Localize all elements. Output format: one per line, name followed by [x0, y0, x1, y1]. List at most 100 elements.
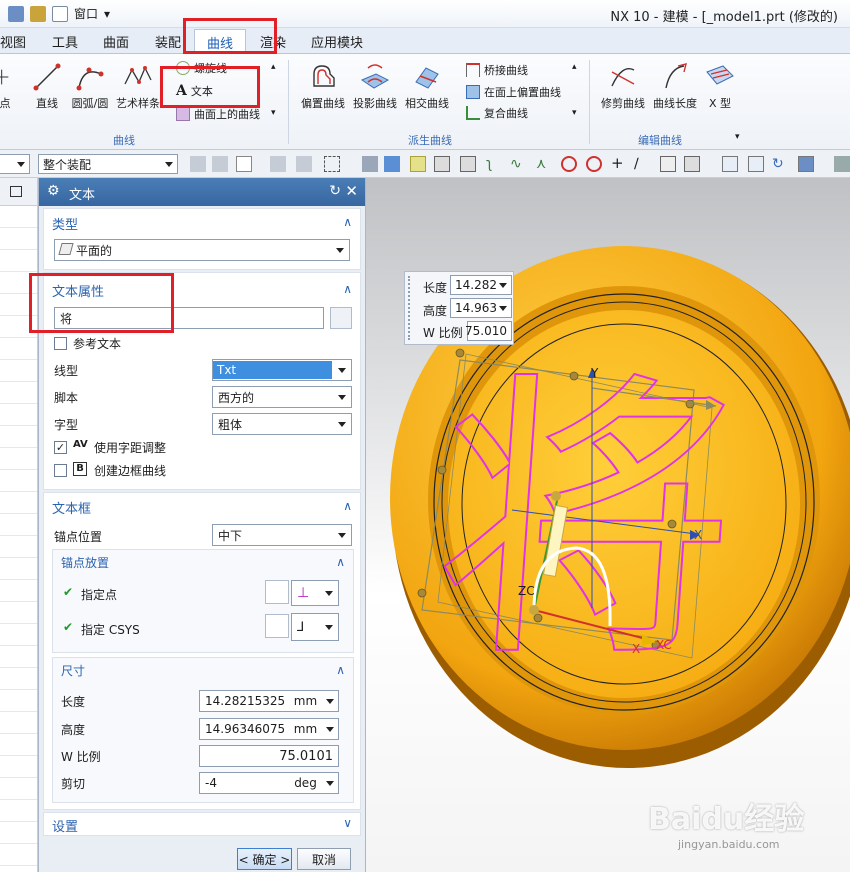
- section-header-text-properties[interactable]: 文本属性: [52, 281, 104, 300]
- collapse-chevron-icon[interactable]: ∧: [343, 215, 352, 229]
- section-header-type[interactable]: 类型: [52, 214, 78, 233]
- collapse-chevron-icon[interactable]: ∧: [343, 499, 352, 513]
- select-icon[interactable]: [270, 156, 286, 172]
- csys-inference-select[interactable]: ⅃: [291, 613, 339, 641]
- line-button[interactable]: 直线: [30, 62, 64, 111]
- snap-end-icon[interactable]: [410, 156, 426, 172]
- rectangle-select-icon[interactable]: [324, 156, 340, 172]
- anchor-position-select[interactable]: 中下: [212, 524, 352, 546]
- render-style-icon[interactable]: [798, 156, 814, 172]
- more-arrow-icon[interactable]: ▴: [572, 62, 577, 72]
- offset-in-face-item[interactable]: 在面上偏置曲线: [466, 84, 561, 100]
- section-header-text-frame[interactable]: 文本框: [52, 498, 91, 517]
- subsection-header-anchor-placement[interactable]: 锚点放置: [61, 554, 109, 571]
- reference-text-checkbox[interactable]: [54, 337, 67, 350]
- point-snap-icon[interactable]: +: [611, 156, 627, 172]
- line-snap-icon[interactable]: [460, 156, 476, 172]
- arc-circle-button[interactable]: 圆弧/圆: [68, 62, 112, 111]
- csys-dialog-icon[interactable]: [265, 614, 289, 638]
- collapse-chevron-icon[interactable]: ∧: [343, 282, 352, 296]
- undo-icon[interactable]: [8, 5, 24, 22]
- subsection-header-size[interactable]: 尺寸: [61, 662, 85, 679]
- curve-snap-icon[interactable]: ʅ: [486, 156, 502, 172]
- composite-curve-item[interactable]: 复合曲线: [466, 105, 528, 121]
- height-input[interactable]: 14.96346075: mm: [199, 718, 339, 740]
- popup-height-input[interactable]: 14.963: [450, 298, 512, 318]
- type-filter-select[interactable]: [0, 154, 30, 174]
- cancel-button[interactable]: 取消: [297, 848, 351, 870]
- x-form-button[interactable]: X 型: [700, 62, 740, 111]
- maximize-icon[interactable]: [10, 186, 22, 197]
- close-icon[interactable]: ✕: [345, 182, 358, 200]
- line-snap-icon[interactable]: [434, 156, 450, 172]
- tab-app-modules[interactable]: 应用模块: [311, 32, 363, 51]
- spline-snap-icon[interactable]: ∿: [510, 156, 526, 172]
- w-scale-input[interactable]: 75.0101: [199, 745, 339, 767]
- more-arrow-icon[interactable]: ▴: [271, 62, 276, 72]
- intersect-curve-button[interactable]: 相交曲线: [403, 62, 451, 111]
- more-arrow-icon[interactable]: ▾: [572, 108, 577, 118]
- point-button[interactable]: 点: [0, 62, 16, 111]
- zoom-window-icon[interactable]: [722, 156, 738, 172]
- studio-spline-button[interactable]: 艺术样条: [114, 62, 162, 111]
- point-inference-select[interactable]: ⊥: [291, 580, 339, 606]
- window-menu[interactable]: 窗口: [74, 5, 98, 22]
- quadrant-snap-icon[interactable]: [586, 156, 602, 172]
- offset-curve-button[interactable]: 偏置曲线: [298, 62, 348, 111]
- center-snap-icon[interactable]: [561, 156, 577, 172]
- section-header-settings[interactable]: 设置: [52, 816, 78, 835]
- chevron-down-icon[interactable]: ▾: [104, 7, 110, 21]
- script-select[interactable]: 西方的: [212, 386, 352, 408]
- popup-w-scale-input[interactable]: 75.010: [465, 321, 512, 341]
- selection-scope-select[interactable]: 整个装配: [38, 154, 178, 174]
- text-input[interactable]: 将: [54, 307, 324, 329]
- drag-handle[interactable]: [408, 276, 412, 340]
- shear-input[interactable]: -4 deg: [199, 772, 339, 794]
- face-icon[interactable]: [384, 156, 400, 172]
- filter-icon[interactable]: [190, 156, 206, 172]
- tab-curve[interactable]: 曲线: [194, 29, 247, 55]
- pencil-icon[interactable]: ∕: [634, 156, 650, 172]
- chevron-down-icon[interactable]: ▾: [735, 132, 740, 142]
- font-style-select[interactable]: 粗体: [212, 413, 352, 435]
- collapse-chevron-icon[interactable]: ∧: [336, 555, 345, 569]
- shade-icon[interactable]: [834, 156, 850, 172]
- line-font-select[interactable]: Txt: [212, 359, 352, 381]
- project-curve-button[interactable]: 投影曲线: [352, 62, 398, 111]
- tab-surface[interactable]: 曲面: [103, 32, 129, 51]
- table-icon[interactable]: [684, 156, 700, 172]
- more-arrow-icon[interactable]: ▾: [271, 108, 276, 118]
- fit-icon[interactable]: [748, 156, 764, 172]
- curve-on-surface-item[interactable]: 曲面上的曲线: [176, 106, 260, 122]
- type-select[interactable]: 平面的: [54, 239, 350, 261]
- length-input[interactable]: 14.28215325( mm: [199, 690, 339, 712]
- popup-length-input[interactable]: 14.282: [450, 275, 512, 295]
- body-icon[interactable]: [362, 156, 378, 172]
- select-icon[interactable]: [296, 156, 312, 172]
- snap-icon[interactable]: [212, 156, 228, 172]
- tab-view[interactable]: 视图: [0, 32, 26, 51]
- reset-icon[interactable]: ↻: [329, 183, 341, 199]
- tab-tools[interactable]: 工具: [52, 32, 78, 51]
- point-dialog-icon[interactable]: [265, 580, 289, 604]
- trim-curve-button[interactable]: 修剪曲线: [598, 62, 648, 111]
- graphics-viewport[interactable]: 将 Y X XC X ZC 长度 14.282 高度 14.963 W 比例 7…: [366, 178, 850, 872]
- collapse-chevron-icon[interactable]: ∧: [336, 663, 345, 677]
- refresh-icon[interactable]: ↻: [772, 156, 788, 172]
- intersect-snap-icon[interactable]: ⋏: [536, 156, 552, 172]
- curve-length-button[interactable]: 曲线长度: [651, 62, 699, 111]
- bridge-curve-item[interactable]: 桥接曲线: [466, 62, 528, 78]
- select-box-icon[interactable]: [236, 156, 252, 172]
- expand-chevron-icon[interactable]: ∨: [343, 816, 352, 830]
- kerning-checkbox[interactable]: ✓: [54, 441, 67, 454]
- grid-icon[interactable]: [660, 156, 676, 172]
- text-item[interactable]: A 文本: [176, 83, 213, 99]
- tab-assembly[interactable]: 装配: [155, 32, 181, 51]
- char-map-icon[interactable]: [330, 307, 352, 329]
- ok-button[interactable]: < 确定 >: [237, 848, 292, 870]
- helix-item[interactable]: 螺旋线: [176, 60, 227, 76]
- tab-render[interactable]: 渲染: [260, 32, 286, 51]
- redo-icon[interactable]: [30, 5, 46, 22]
- window-icon[interactable]: [52, 5, 68, 22]
- frame-curve-checkbox[interactable]: [54, 464, 67, 477]
